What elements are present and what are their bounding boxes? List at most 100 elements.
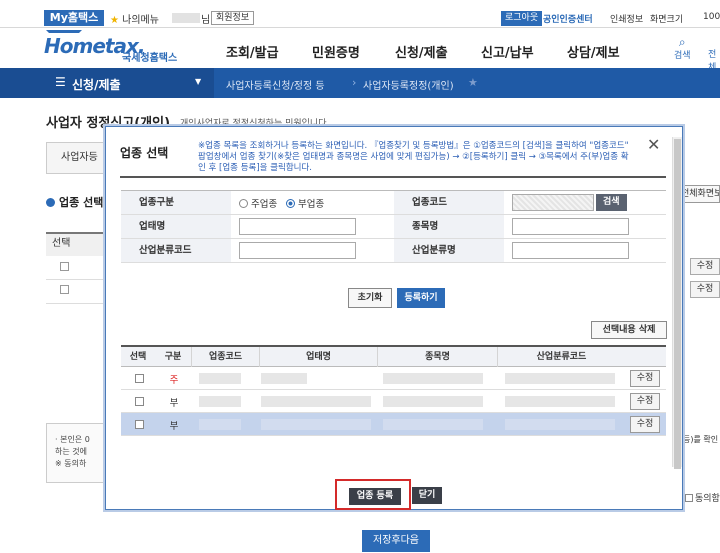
hamburger-icon: ☰	[55, 75, 66, 89]
industry-code-label: 업종코드	[394, 191, 504, 214]
bg-row-checkbox[interactable]	[60, 262, 69, 271]
item-input[interactable]	[512, 218, 629, 235]
row-checkbox[interactable]	[135, 420, 144, 429]
row-edit-button[interactable]: 수정	[630, 416, 660, 433]
search-icon: ⌕	[678, 35, 686, 49]
row-checkbox[interactable]	[135, 397, 144, 406]
redacted-class-code	[505, 419, 615, 430]
bg-tab[interactable]: 사업자등	[46, 142, 106, 174]
industry-select-modal: 업종 선택 ※업종 목록을 조회하거나 등록하는 화면입니다. 『업종찾기 및 …	[105, 126, 683, 510]
zoom-level[interactable]: 100%	[703, 12, 720, 22]
industry-form: 업종구분 주업종 부업종 업종코드 검색 업태명 종목명 산업분류코드 산업분류…	[121, 190, 666, 263]
notice-line: ※ 동의하	[55, 459, 87, 468]
industry-class-code-input[interactable]	[239, 242, 356, 259]
gnb-item-apply[interactable]: 신청/제출	[395, 42, 448, 61]
gnb-item-report[interactable]: 신고/납부	[481, 42, 534, 61]
my-menu-link[interactable]: ★ 나의메뉴	[110, 11, 159, 26]
bg-notice-box: · 본인은 0 하는 것에 ※ 동의하	[46, 423, 106, 483]
my-menu-label: 나의메뉴	[122, 15, 159, 26]
redacted-class-code	[505, 396, 615, 407]
business-type-input[interactable]	[239, 218, 356, 235]
grid-col-industry-class-code: 산업분류코드	[497, 347, 625, 367]
bg-notice-right-text: 등)를 확인	[683, 435, 719, 444]
bg-edit-button[interactable]: 수정	[690, 281, 720, 298]
bullet-icon	[46, 198, 55, 207]
member-info-button[interactable]: 회원정보	[211, 11, 255, 25]
bg-table-row	[46, 256, 106, 280]
favorite-star-icon[interactable]: ★	[468, 76, 478, 89]
gnb-item-inquiry[interactable]: 조회/발급	[226, 42, 279, 61]
bg-section-title: 업종 선택	[46, 194, 103, 210]
cert-center-link[interactable]: 공인인증센터	[543, 12, 593, 25]
grid-row[interactable]: 부 수정	[121, 390, 666, 413]
print-info-link[interactable]: 인쇄정보	[610, 12, 643, 25]
logo-subtext: 국세청홈택스	[122, 53, 178, 64]
agree-checkbox[interactable]: 동의함	[685, 491, 720, 504]
redacted-code	[199, 373, 241, 384]
row-checkbox[interactable]	[135, 374, 144, 383]
bg-table-row	[46, 280, 106, 304]
redacted-code	[199, 396, 241, 407]
honorific-label: 님	[201, 15, 211, 26]
redacted-business-type	[261, 373, 307, 384]
grid-row-selected[interactable]: 부 수정	[121, 413, 666, 436]
radio-main-label: 주업종	[251, 199, 278, 210]
grid-row[interactable]: 주 수정	[121, 367, 666, 390]
save-next-button[interactable]: 저장후다음	[362, 530, 430, 552]
grid-col-item: 종목명	[377, 347, 497, 367]
menu-selector[interactable]: ☰ 신청/제출 ▼	[0, 68, 214, 98]
bg-edit-button[interactable]: 수정	[690, 258, 720, 275]
search-label: 검색	[674, 51, 691, 61]
breadcrumb-item-2[interactable]: 사업자등록정정(개인)	[363, 77, 454, 92]
close-button[interactable]: 닫기	[412, 487, 442, 504]
modal-scrollbar[interactable]	[672, 137, 682, 469]
logout-button[interactable]: 로그아웃	[501, 11, 543, 26]
bg-row-checkbox[interactable]	[60, 285, 69, 294]
redacted-class-code	[505, 373, 615, 384]
modal-title: 업종 선택	[120, 146, 169, 160]
radio-sub-label: 부업종	[298, 199, 325, 210]
my-hometax-button[interactable]: My홈택스	[44, 10, 104, 26]
grid-col-type: 구분	[164, 352, 182, 362]
row-type: 부	[169, 398, 179, 409]
header-search-button[interactable]: ⌕ 검색	[674, 36, 691, 61]
redacted-code	[199, 419, 241, 430]
add-industry-button[interactable]: 업종 등록	[349, 488, 401, 505]
screen-size-link[interactable]: 화면크기	[650, 12, 683, 25]
hometax-logo[interactable]: Hometax. 국세청홈택스	[44, 30, 177, 64]
redacted-item	[383, 373, 483, 384]
reset-button[interactable]: 초기화	[348, 288, 392, 308]
bg-table-header: 선택	[46, 232, 106, 256]
chevron-right-icon: ›	[352, 76, 357, 89]
redacted-business-type	[261, 396, 371, 407]
form-row: 산업분류코드 산업분류명	[121, 239, 666, 263]
redacted-business-type	[261, 419, 371, 430]
notice-line: 하는 것에	[55, 447, 87, 456]
redacted-item	[383, 419, 483, 430]
industry-class-name-label: 산업분류명	[394, 239, 504, 262]
row-edit-button[interactable]: 수정	[630, 370, 660, 387]
caret-down-icon: ▼	[195, 77, 202, 86]
form-row: 업종구분 주업종 부업종 업종코드 검색	[121, 191, 666, 215]
scrollbar-thumb[interactable]	[674, 139, 681, 469]
industry-class-name-input[interactable]	[512, 242, 629, 259]
radio-sub-industry[interactable]: 부업종	[286, 196, 324, 210]
menu-title: 신청/제출	[72, 78, 121, 92]
close-icon[interactable]: ✕	[647, 137, 660, 153]
gnb-item-certificate[interactable]: 민원증명	[312, 42, 360, 61]
top-utility-bar: My홈택스 ★ 나의메뉴 님 회원정보 로그아웃 공인인증센터 인쇄정보 화면크…	[0, 0, 720, 28]
row-edit-button[interactable]: 수정	[630, 393, 660, 410]
gnb-item-consult[interactable]: 상담/제보	[567, 42, 620, 61]
grid-col-select: 선택	[129, 352, 147, 362]
industry-code-search-button[interactable]: 검색	[596, 194, 627, 211]
register-button[interactable]: 등록하기	[397, 288, 445, 308]
industry-code-input[interactable]	[512, 194, 594, 211]
industry-class-code-label: 산업분류코드	[121, 239, 231, 262]
row-type: 주	[169, 375, 179, 386]
industry-type-label: 업종구분	[121, 191, 231, 214]
radio-main-industry[interactable]: 주업종	[239, 196, 277, 210]
delete-selected-button[interactable]: 선택내용 삭제	[591, 321, 667, 339]
breadcrumb-item-1[interactable]: 사업자등록신청/정정 등	[226, 77, 325, 92]
business-type-label: 업태명	[121, 215, 231, 238]
modal-divider	[120, 176, 666, 178]
